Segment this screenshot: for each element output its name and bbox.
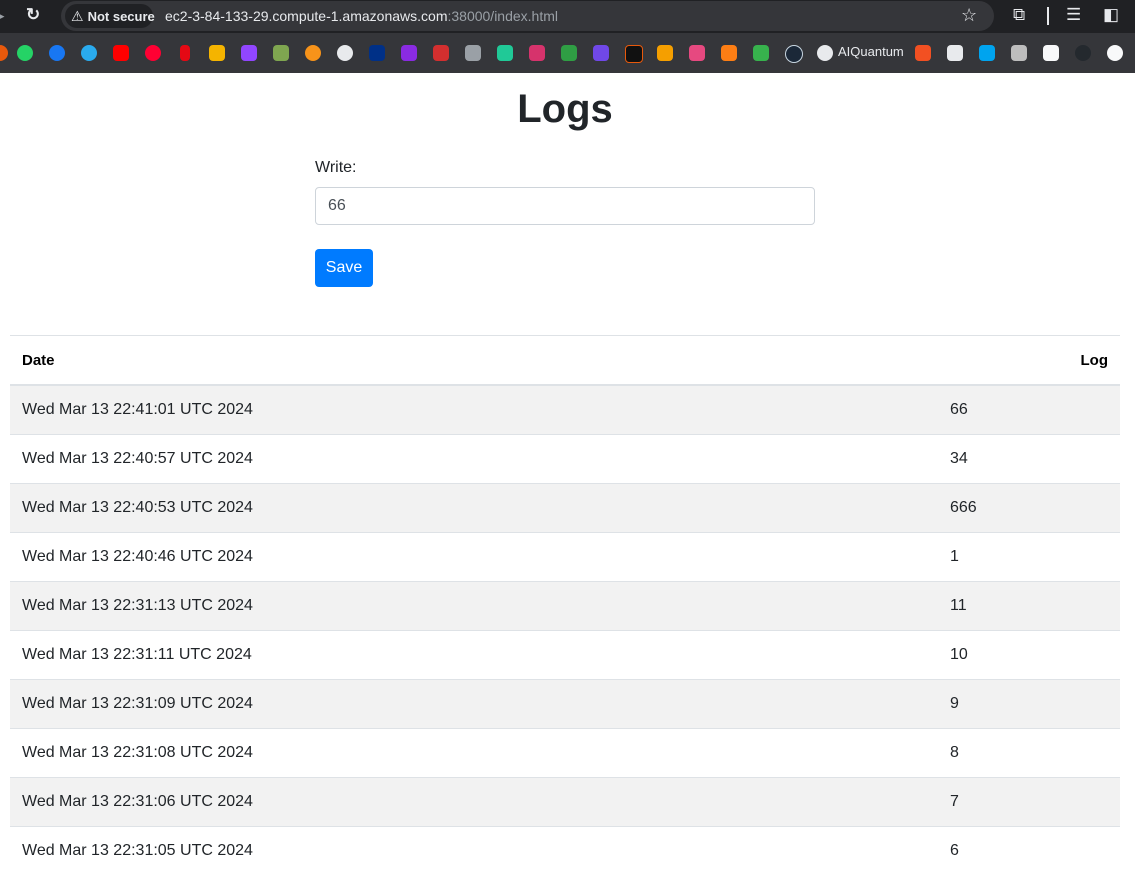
security-indicator[interactable]: ⚠ Not secure [65,4,155,28]
twitch-icon[interactable] [241,45,257,61]
reading-list-icon[interactable]: ☰ [1066,5,1081,25]
bookmark-icon[interactable] [465,45,481,61]
date-cell: Wed Mar 13 22:40:53 UTC 2024 [10,483,938,533]
table-header-row: Date Log [10,335,1120,386]
save-button[interactable]: Save [315,249,373,287]
microsoft-icon[interactable] [979,45,995,61]
log-cell: 8 [938,728,1120,778]
browser-chrome: ▸ ↻ ⚠ Not secure ec2-3-84-133-29.compute-… [0,0,1135,73]
table-row: Wed Mar 13 22:40:46 UTC 2024 1 [10,532,1120,582]
date-cell: Wed Mar 13 22:31:06 UTC 2024 [10,777,938,827]
table-row: Wed Mar 13 22:41:01 UTC 2024 66 [10,384,1120,435]
table-row: Wed Mar 13 22:31:08 UTC 2024 8 [10,728,1120,778]
log-cell: 7 [938,777,1120,827]
globe-icon[interactable] [817,45,833,61]
security-label: Not secure [87,9,155,24]
netflix-icon[interactable] [180,45,190,61]
back-icon[interactable]: ▸ [0,8,5,24]
omnibox[interactable]: ⚠ Not secure ec2-3-84-133-29.compute-1.am… [61,1,994,31]
date-cell: Wed Mar 13 22:31:09 UTC 2024 [10,679,938,729]
bookmark-icon[interactable] [305,45,321,61]
bookmark-icon[interactable] [689,45,705,61]
warning-icon: ⚠ [71,8,84,24]
url-text[interactable]: ec2-3-84-133-29.compute-1.amazonaws.com:… [165,8,558,24]
date-column-header: Date [10,335,938,386]
date-cell: Wed Mar 13 22:31:13 UTC 2024 [10,581,938,631]
bookmark-label[interactable]: AIQuantum [838,44,904,59]
extensions-icon[interactable]: ⧉ [1013,5,1025,25]
github-icon[interactable] [1107,45,1123,61]
date-cell: Wed Mar 13 22:41:01 UTC 2024 [10,384,938,435]
bookmark-icon[interactable] [529,45,545,61]
page-content: Logs Write: Save Date Log Wed Mar 13 22:… [0,73,1135,877]
url-path: :38000/index.html [447,8,559,24]
log-cell: 1 [938,532,1120,582]
side-panel-icon[interactable]: ◧ [1103,5,1119,25]
log-cell: 10 [938,630,1120,680]
log-cell: 34 [938,434,1120,484]
chess-icon[interactable] [273,45,289,61]
date-cell: Wed Mar 13 22:40:46 UTC 2024 [10,532,938,582]
log-cell: 66 [938,384,1120,435]
address-bar-row: ▸ ↻ ⚠ Not secure ec2-3-84-133-29.compute-… [0,0,1135,33]
table-row: Wed Mar 13 22:31:11 UTC 2024 10 [10,630,1120,680]
bookmark-icon[interactable] [561,45,577,61]
log-column-header: Log [938,335,1120,386]
write-input[interactable] [315,187,815,225]
bookmark-icon[interactable] [209,45,225,61]
log-cell: 666 [938,483,1120,533]
bookmark-icon[interactable] [497,45,513,61]
youtube-icon[interactable] [113,45,129,61]
microsoft-icon[interactable] [915,45,931,61]
table-row: Wed Mar 13 22:31:09 UTC 2024 9 [10,679,1120,729]
table-row: Wed Mar 13 22:31:13 UTC 2024 11 [10,581,1120,631]
log-cell: 6 [938,826,1120,875]
table-row: Wed Mar 13 22:40:57 UTC 2024 34 [10,434,1120,484]
bookmark-icon[interactable] [433,45,449,61]
url-host: ec2-3-84-133-29.compute-1.amazonaws.com [165,8,448,24]
table-row: Wed Mar 13 22:31:06 UTC 2024 7 [10,777,1120,827]
globe-icon[interactable] [337,45,353,61]
bookmark-icon[interactable] [0,45,8,61]
date-cell: Wed Mar 13 22:40:57 UTC 2024 [10,434,938,484]
date-cell: Wed Mar 13 22:31:05 UTC 2024 [10,826,938,875]
bookmark-icon[interactable] [657,45,673,61]
facebook-icon[interactable] [49,45,65,61]
bookmarks-bar: AIQuantum [0,33,1135,73]
table-row: Wed Mar 13 22:40:53 UTC 2024 666 [10,483,1120,533]
log-cell: 9 [938,679,1120,729]
logs-table: Date Log Wed Mar 13 22:41:01 UTC 2024 66… [10,335,1120,875]
date-cell: Wed Mar 13 22:31:11 UTC 2024 [10,630,938,680]
whatsapp-icon[interactable] [17,45,33,61]
bookmark-icon[interactable] [947,45,963,61]
paypal-icon[interactable] [369,45,385,61]
youtube-music-icon[interactable] [145,45,161,61]
log-cell: 11 [938,581,1120,631]
table-row: Wed Mar 13 22:31:05 UTC 2024 6 [10,826,1120,875]
bookmark-icon[interactable] [753,45,769,61]
bookmark-star-icon[interactable]: ☆ [961,5,977,26]
steam-icon[interactable] [785,45,803,63]
bookmark-icon[interactable] [1043,45,1059,61]
date-cell: Wed Mar 13 22:31:08 UTC 2024 [10,728,938,778]
bookmark-icon[interactable] [625,45,643,63]
write-label: Write: [315,159,357,176]
bookmark-icon[interactable] [721,45,737,61]
page-title: Logs [517,87,613,131]
bookmark-icon[interactable] [1011,45,1027,61]
telegram-icon[interactable] [81,45,97,61]
bookmark-icon[interactable] [593,45,609,61]
toolbar-divider [1047,7,1049,25]
bookmark-icon[interactable] [401,45,417,61]
github-icon[interactable] [1075,45,1091,61]
reload-icon[interactable]: ↻ [26,5,40,25]
